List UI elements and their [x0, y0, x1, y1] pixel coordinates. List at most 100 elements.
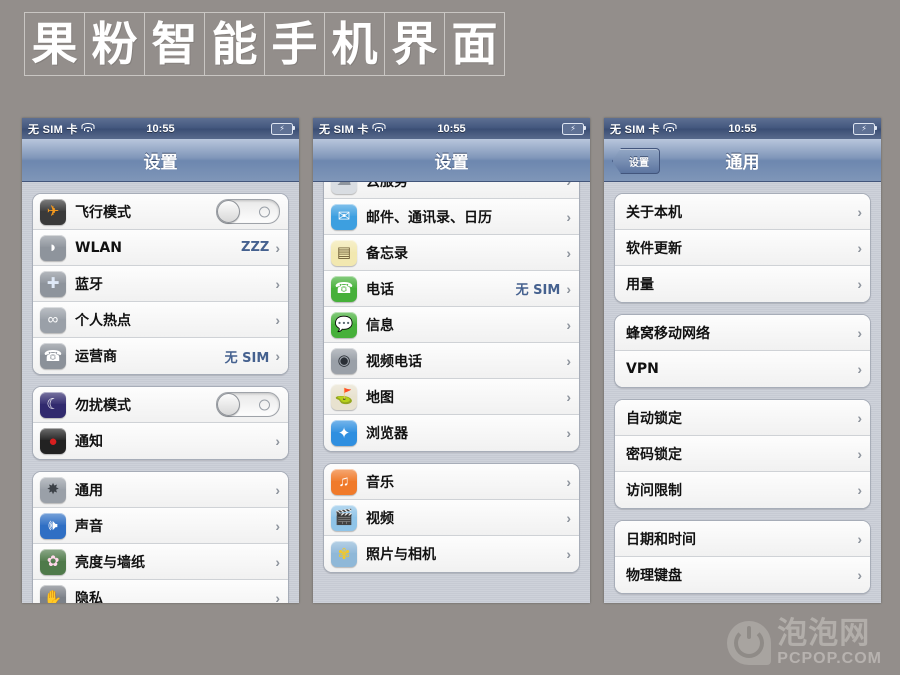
battery-charging-icon: ⚡: [271, 122, 296, 135]
settings-row-value: 无 SIM: [515, 283, 561, 298]
chevron-right-icon: ›: [275, 348, 280, 364]
settings-row[interactable]: 自动锁定 ›: [615, 400, 870, 436]
settings-row[interactable]: 🎬 视频 ›: [324, 500, 579, 536]
settings-row[interactable]: ✚ 蓝牙 ›: [33, 266, 288, 302]
settings-list[interactable]: ✈ 飞行模式 ◗ WLAN ZZZ › ✚ 蓝牙 › ∞ 个人热点 › ☎ 运营商 无 SIM › ☾ 勿扰模式 ●…: [22, 182, 299, 603]
chevron-right-icon: ›: [275, 553, 280, 570]
chevron-right-icon: ›: [275, 311, 280, 328]
toggle-knob[interactable]: [217, 200, 240, 223]
settings-row[interactable]: ☾ 勿扰模式: [33, 387, 288, 423]
settings-list[interactable]: ☁ 云服务 › ✉ 邮件、通讯录、日历 › ▤ 备忘录 › ☎ 电话 无 SIM › 💬 信息 › ◉ 视频电话 ›…: [313, 182, 590, 603]
settings-row[interactable]: ♫ 音乐 ›: [324, 464, 579, 500]
notifications-icon-glyph: ●: [48, 432, 58, 450]
privacy-hand-icon-glyph: ✋: [43, 589, 63, 604]
wifi-icon: [372, 123, 386, 134]
title-char-1: 粉: [84, 12, 145, 76]
settings-row[interactable]: ◉ 视频电话 ›: [324, 343, 579, 379]
chevron-right-icon: ›: [566, 509, 571, 526]
settings-row[interactable]: 蜂窝移动网络 ›: [615, 315, 870, 351]
carrier-label: 无 SIM 卡: [319, 123, 369, 136]
chevron-right-icon: ›: [857, 276, 862, 292]
back-button[interactable]: 设置: [612, 148, 660, 174]
chevron-right-icon: ›: [566, 244, 571, 261]
battery-bolt-glyph: ⚡: [570, 123, 576, 133]
privacy-hand-icon: ✋: [40, 585, 66, 603]
power-logo-icon: [727, 621, 772, 665]
settings-row[interactable]: ∞ 个人热点 ›: [33, 302, 288, 338]
settings-row[interactable]: ✋ 隐私 ›: [33, 580, 288, 603]
settings-group: ☁ 云服务 › ✉ 邮件、通讯录、日历 › ▤ 备忘录 › ☎ 电话 无 SIM › 💬 信息 › ◉ 视频电话 ›…: [323, 182, 580, 452]
nav-title: 设置: [434, 152, 469, 173]
status-bar: 无 SIM 卡 10:55 ⚡: [604, 118, 881, 139]
settings-row-label: 亮度与墙纸: [75, 554, 145, 571]
settings-row-label: 隐私: [75, 591, 103, 603]
mail-icon-glyph: ✉: [337, 208, 351, 225]
settings-row[interactable]: 物理键盘 ›: [615, 557, 870, 593]
brightness-wallpaper-icon-glyph: ✿: [46, 553, 60, 570]
chevron-right-icon: ›: [857, 239, 862, 256]
chevron-right-icon: ›: [566, 388, 571, 405]
settings-row-label: 地图: [366, 389, 394, 406]
settings-group: 自动锁定 › 密码锁定 › 访问限制 ›: [614, 399, 871, 509]
battery-charging-icon: ⚡: [853, 122, 878, 135]
settings-row-label: 关于本机: [626, 204, 682, 221]
messages-icon: 💬: [331, 311, 357, 338]
settings-row[interactable]: ✾ 照片与相机 ›: [324, 536, 579, 572]
settings-row[interactable]: 🕪 声音 ›: [33, 508, 288, 544]
toggle-switch[interactable]: [216, 199, 280, 224]
settings-row[interactable]: 💬 信息 ›: [324, 307, 579, 343]
settings-row[interactable]: ☎ 电话 无 SIM ›: [324, 271, 579, 307]
title-char-3: 能: [204, 12, 265, 76]
settings-row[interactable]: ✉ 邮件、通讯录、日历 ›: [324, 199, 579, 235]
moon-icon-glyph: ☾: [46, 396, 60, 413]
wifi-icon: [81, 123, 95, 134]
settings-row[interactable]: ✸ 通用 ›: [33, 472, 288, 508]
toggle-knob[interactable]: [217, 393, 240, 416]
settings-list[interactable]: 关于本机 › 软件更新 › 用量 › 蜂窝移动网络 › VPN › 自动锁定 › 密码锁定 › 访问限制 › 日…: [604, 182, 881, 603]
settings-row[interactable]: 密码锁定 ›: [615, 436, 870, 472]
settings-row[interactable]: ✈ 飞行模式: [33, 194, 288, 230]
settings-row[interactable]: ▤ 备忘录 ›: [324, 235, 579, 271]
watermark: 泡泡网 PCPOP.COM: [727, 619, 882, 667]
watermark-en-text: PCPOP.COM: [777, 650, 882, 667]
status-bar: 无 SIM 卡 10:55 ⚡: [313, 118, 590, 139]
music-icon-glyph: ♫: [338, 473, 350, 490]
chevron-right-icon: ›: [857, 361, 862, 377]
settings-row[interactable]: ● 通知 ›: [33, 423, 288, 459]
settings-row[interactable]: 关于本机 ›: [615, 194, 870, 230]
settings-row[interactable]: 访问限制 ›: [615, 472, 870, 508]
settings-row[interactable]: 软件更新 ›: [615, 230, 870, 266]
videos-icon: 🎬: [331, 504, 357, 531]
settings-row-label: 视频电话: [366, 353, 422, 370]
settings-row-label: 日期和时间: [626, 531, 696, 548]
chevron-right-icon: ›: [857, 567, 862, 583]
notes-icon-glyph: ▤: [336, 244, 352, 261]
settings-row[interactable]: 日期和时间 ›: [615, 521, 870, 557]
settings-row[interactable]: ⛳ 地图 ›: [324, 379, 579, 415]
settings-row-label: 信息: [366, 317, 394, 334]
settings-row[interactable]: ✦ 浏览器 ›: [324, 415, 579, 451]
nav-title: 设置: [143, 152, 178, 173]
battery-bolt-glyph: ⚡: [861, 123, 867, 133]
facetime-icon: ◉: [331, 347, 357, 374]
settings-row-label: 通用: [75, 482, 103, 499]
battery-bolt-glyph: ⚡: [279, 123, 285, 133]
facetime-icon-glyph: ◉: [337, 352, 351, 369]
maps-icon: ⛳: [331, 383, 357, 410]
photos-camera-icon-glyph: ✾: [337, 545, 351, 563]
settings-row[interactable]: VPN ›: [615, 351, 870, 387]
settings-row-label: 蜂窝移动网络: [626, 325, 710, 342]
wifi-settings-icon: ◗: [40, 234, 66, 261]
chevron-right-icon: ›: [566, 546, 571, 562]
settings-row-label: 访问限制: [626, 483, 682, 499]
settings-row[interactable]: ✿ 亮度与墙纸 ›: [33, 544, 288, 580]
settings-row[interactable]: ◗ WLAN ZZZ ›: [33, 230, 288, 266]
settings-row[interactable]: 用量 ›: [615, 266, 870, 302]
phone-carrier-icon-glyph: ☎: [43, 347, 63, 365]
settings-row[interactable]: ☁ 云服务 ›: [324, 182, 579, 199]
settings-row-label: 备忘录: [366, 245, 408, 262]
settings-row[interactable]: ☎ 运营商 无 SIM ›: [33, 338, 288, 374]
settings-row-label: 邮件、通讯录、日历: [366, 209, 492, 226]
toggle-switch[interactable]: [216, 392, 280, 417]
settings-row-label: 视频: [366, 510, 394, 527]
